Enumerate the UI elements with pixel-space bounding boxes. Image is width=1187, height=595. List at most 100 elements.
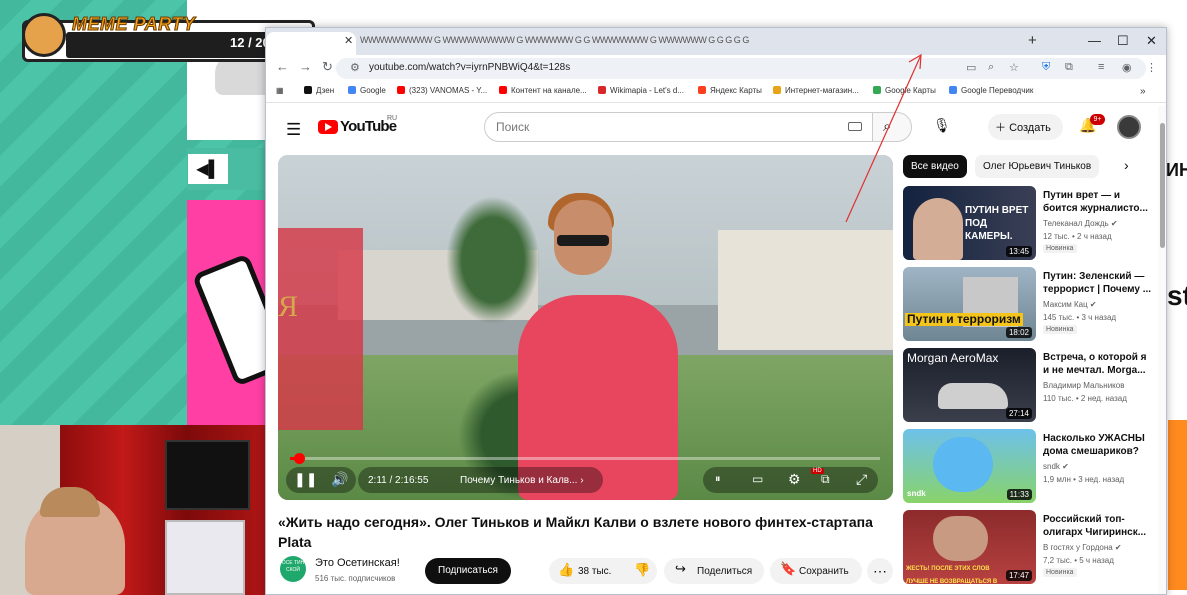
chip-all-videos[interactable]: Все видео [903, 155, 967, 178]
volume-icon[interactable]: 🔊 [331, 471, 348, 488]
account-avatar[interactable] [1117, 115, 1141, 139]
recommendation-title[interactable]: Встреча, о которой я и не мечтал. Morga.… [1043, 351, 1155, 378]
video-progress-track[interactable] [290, 457, 880, 460]
doge-icon [22, 13, 66, 57]
recommendation-title[interactable]: Насколько УЖАСНЫ дома смешариков? [1043, 432, 1155, 459]
back-arrow-icon[interactable]: ← [276, 59, 289, 74]
pause-icon[interactable]: ❚❚ [294, 471, 317, 488]
address-url[interactable]: youtube.com/watch?v=iyrnPNBWiQ4&t=128s [369, 62, 570, 73]
minimize-button[interactable]: — [1088, 33, 1101, 48]
more-actions-button[interactable]: ⋯ [867, 558, 893, 584]
recommendation-title[interactable]: Путин: Зеленский — террорист | Почему ..… [1043, 270, 1155, 297]
search-button[interactable] [872, 112, 912, 142]
recommendation-item[interactable]: sndk 11:33 Насколько УЖАСНЫ дома смешари… [903, 429, 1158, 505]
bookmark-favicon-icon [499, 86, 507, 94]
video-player[interactable]: Я ❚❚ 🔊 2:11 / 2:16:55 Почему Тиньков и К… [278, 155, 893, 500]
reload-icon[interactable]: ↻ [322, 59, 333, 75]
bookmark-item[interactable]: Google [348, 86, 386, 95]
forward-arrow-icon[interactable]: → [299, 59, 312, 74]
fullscreen-icon[interactable]: ⤢ [856, 471, 867, 488]
save-icon[interactable]: 🔖 [780, 561, 796, 577]
chip-tinkov[interactable]: Олег Юрьевич Тиньков [975, 155, 1100, 178]
microphone-icon[interactable]: 🎙 [933, 117, 951, 134]
miniplayer-icon[interactable]: ⧉ [821, 472, 830, 487]
recommendation-item[interactable]: ЖЕСТЬ! ПОСЛЕ ЭТИХ СЛОВ ЛУЧШЕ НЕ ВОЗВРАЩА… [903, 510, 1158, 586]
background-right-text: ИН [1166, 160, 1187, 180]
bookmark-item[interactable]: Google Переводчик [949, 86, 1033, 95]
bookmark-item[interactable]: Яндекс Карты [698, 86, 762, 95]
profile-icon[interactable]: ◉ [1122, 61, 1132, 74]
recommendation-title[interactable]: Российский топ-олигарх Чигиринск... [1043, 513, 1155, 540]
site-info-icon[interactable]: ⚙ [350, 61, 360, 74]
recommendation-thumbnail[interactable]: ЖЕСТЬ! ПОСЛЕ ЭТИХ СЛОВ ЛУЧШЕ НЕ ВОЗВРАЩА… [903, 510, 1036, 584]
keyboard-icon[interactable] [848, 122, 862, 131]
new-tab-button[interactable]: + [1028, 32, 1037, 49]
tab-close-icon[interactable]: ✕ [344, 34, 353, 47]
recommendation-thumbnail[interactable]: Путин и терроризм 18:02 [903, 267, 1036, 341]
recommendation-meta: 1,9 млн • 3 нед. назад [1043, 475, 1125, 484]
search-icon[interactable]: ⌕ [883, 118, 891, 135]
bookmark-item[interactable]: Интернет-магазин... [773, 86, 859, 95]
recommendation-thumbnail[interactable]: Morgan AeroMax 27:14 [903, 348, 1036, 422]
bookmark-item[interactable]: Контент на канале... [499, 86, 587, 95]
close-window-button[interactable]: ✕ [1146, 33, 1157, 49]
recommendation-thumbnail[interactable]: sndk 11:33 [903, 429, 1036, 503]
subscribe-button[interactable]: Подписаться [425, 558, 511, 584]
bookmark-item[interactable]: Дзен [304, 86, 334, 95]
recommendation-meta: 110 тыс. • 2 нед. назад [1043, 394, 1127, 403]
share-label[interactable]: Поделиться [697, 566, 752, 577]
dislike-icon[interactable]: 👎 [634, 562, 650, 578]
background-orange-panel [1168, 420, 1187, 590]
bookmark-item[interactable]: Wikimapia - Let's d... [598, 86, 684, 95]
tab-strip[interactable]: WWWWWWWWW G WWWWWWWWW G WWWWWW G G WWWWW… [360, 35, 1075, 48]
autoplay-toggle[interactable]: ⏸ [715, 473, 721, 486]
recommendation-meta: 12 тыс. • 2 ч назад [1043, 232, 1112, 241]
recommendation-channel: Телеканал Дождь ✔ [1043, 219, 1118, 228]
tab-active[interactable] [266, 32, 356, 55]
bookmark-item[interactable]: (323) VANOMAS - Y... [397, 86, 487, 95]
video-chapter[interactable]: Почему Тиньков и Калв... › [460, 475, 584, 486]
channel-name[interactable]: Это Осетинская! [315, 557, 400, 569]
recommendation-thumbnail[interactable]: ПУТИН ВРЕТ ПОД КАМЕРЫ. 13:45 [903, 186, 1036, 260]
thumb-character [933, 437, 993, 492]
apps-grid-icon[interactable]: ▦ [276, 86, 284, 95]
bookmark-favicon-icon [698, 86, 706, 94]
media-icon[interactable]: ≡ [1098, 61, 1104, 73]
shield-icon[interactable]: ⛨ [1042, 61, 1050, 74]
bookmark-favicon-icon [773, 86, 781, 94]
page-scrollbar-thumb[interactable] [1160, 123, 1165, 248]
more-bookmarks-button[interactable]: » [1140, 86, 1146, 97]
browser-menu-icon[interactable]: ⋮ [1146, 61, 1157, 74]
recommendation-item[interactable]: Morgan AeroMax 27:14 Встреча, о которой … [903, 348, 1158, 424]
maximize-button[interactable]: ☐ [1117, 33, 1129, 49]
recommendation-item[interactable]: ПУТИН ВРЕТ ПОД КАМЕРЫ. 13:45 Путин врет … [903, 186, 1158, 262]
cast-icon[interactable]: ▭ [966, 61, 976, 74]
search-placeholder[interactable]: Поиск [496, 120, 529, 134]
channel-avatar[interactable]: ОСЕ ТИН СКОЙ [280, 556, 306, 582]
save-label[interactable]: Сохранить [799, 566, 849, 577]
settings-gear-icon[interactable]: ⚙ [788, 471, 801, 488]
verified-icon: ✔ [1062, 462, 1069, 471]
hamburger-menu-icon[interactable]: ☰ [286, 120, 301, 140]
chips-next-chevron-icon[interactable]: › [1124, 157, 1129, 173]
bookmark-item[interactable]: Google Карты [873, 86, 936, 95]
youtube-play-icon [325, 123, 332, 131]
like-icon[interactable]: 👍 [558, 562, 574, 578]
thumb-caption: sndk [907, 489, 926, 498]
create-button-label[interactable]: ＋ Создать [995, 119, 1051, 135]
bookmark-favicon-icon [598, 86, 606, 94]
subtitles-icon[interactable]: ▭ [752, 472, 763, 486]
bookmark-star-icon[interactable]: ☆ [1009, 61, 1019, 74]
webcam-pc-case [165, 520, 245, 595]
video-time: 2:11 / 2:16:55 [368, 475, 429, 486]
webcam-monitor [165, 440, 250, 510]
meme-party-title: MEME PARTY [71, 14, 196, 35]
video-tent [718, 230, 893, 350]
recommendation-item[interactable]: Путин и терроризм 18:02 Путин: Зеленский… [903, 267, 1158, 343]
extensions-icon[interactable]: ⧉ [1065, 61, 1073, 74]
like-count[interactable]: 38 тыс. [578, 566, 611, 577]
recommendation-title[interactable]: Путин врет — и боится журналисто... [1043, 189, 1155, 216]
share-icon[interactable]: ↪ [675, 561, 686, 577]
zoom-icon[interactable]: ⌕ [988, 61, 994, 74]
search-input[interactable] [484, 112, 874, 142]
